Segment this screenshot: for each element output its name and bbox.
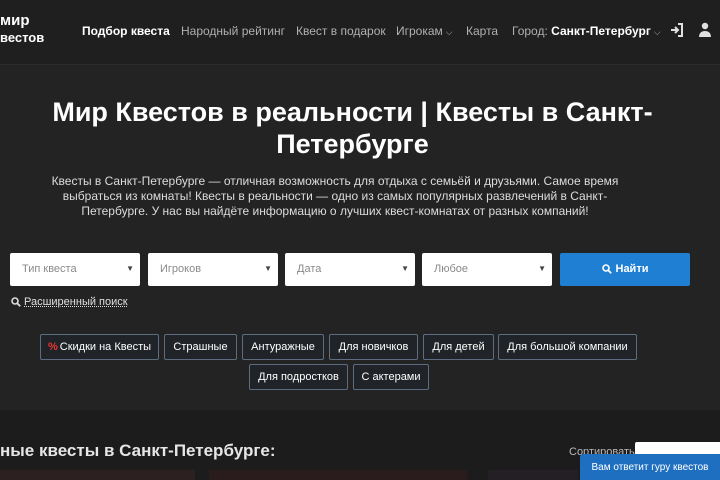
nav-label: Квест в подарок xyxy=(296,24,386,38)
nav-label: Игрокам xyxy=(396,24,443,38)
nav-people-rating[interactable]: Народный рейтинг xyxy=(181,24,285,38)
advanced-search-label: Расширенный поиск xyxy=(24,296,128,308)
logo-line1: мир xyxy=(0,12,30,29)
search-icon xyxy=(601,264,612,274)
tag-label: Страшные xyxy=(173,341,228,353)
top-navbar: мир вестов Подбор квеста Народный рейтин… xyxy=(0,0,720,65)
nav-label: Народный рейтинг xyxy=(181,24,285,38)
caret-down-icon: ▼ xyxy=(126,264,134,273)
tag-teens[interactable]: Для подростков xyxy=(249,364,348,390)
city-label: Город: xyxy=(512,24,548,38)
search-button[interactable]: Найти xyxy=(560,253,690,286)
nav-players[interactable]: Игрокам ⌵ xyxy=(396,24,453,38)
percent-icon: % xyxy=(47,341,58,353)
quest-card[interactable] xyxy=(488,470,578,480)
tag-label: С актерами xyxy=(361,371,421,383)
nav-gift-quest[interactable]: Квест в подарок xyxy=(296,24,386,38)
hero-description: Квесты в Санкт-Петербурге — отличная воз… xyxy=(51,174,619,218)
quest-type-placeholder: Тип квеста xyxy=(22,263,77,275)
quest-card[interactable] xyxy=(0,470,195,480)
tag-kids[interactable]: Для детей xyxy=(423,334,494,360)
date-placeholder: Дата xyxy=(297,263,322,275)
search-icon xyxy=(11,297,21,307)
site-logo[interactable]: мир вестов xyxy=(0,12,60,46)
tag-beginners[interactable]: Для новичков xyxy=(329,334,418,360)
user-icon[interactable] xyxy=(698,22,712,37)
tag-scary[interactable]: Страшные xyxy=(164,334,237,360)
chat-label: Вам ответит гуру квестов xyxy=(591,462,709,473)
logo-line2: вестов xyxy=(0,30,45,45)
time-select[interactable]: Любое ▼ xyxy=(422,253,552,286)
advanced-search-link[interactable]: Расширенный поиск xyxy=(11,296,128,308)
nav-label: Подбор квеста xyxy=(82,24,170,38)
time-placeholder: Любое xyxy=(434,263,469,275)
chevron-down-icon: ⌵ xyxy=(445,27,453,37)
section-title: ные квесты в Санкт-Петербурге: xyxy=(0,441,276,460)
tag-label: Для подростков xyxy=(258,371,339,383)
tag-actors[interactable]: С актерами xyxy=(353,364,429,390)
date-select[interactable]: Дата ▼ xyxy=(285,253,415,286)
caret-down-icon: ▼ xyxy=(401,264,409,273)
page-title-line2: Петербурге xyxy=(276,129,429,159)
quest-card[interactable] xyxy=(209,470,467,480)
nav-label: Карта xyxy=(466,24,499,38)
search-button-label: Найти xyxy=(615,263,649,275)
tag-big-group[interactable]: Для большой компании xyxy=(498,334,637,360)
city-selector[interactable]: Город: Санкт-Петербург ⌵ xyxy=(512,24,661,38)
players-select[interactable]: Игроков ▼ xyxy=(148,253,278,286)
players-placeholder: Игроков xyxy=(160,263,202,275)
tag-label: Для новичков xyxy=(338,341,409,353)
city-value: Санкт-Петербург xyxy=(551,24,651,38)
tag-label: Для детей xyxy=(432,341,485,353)
nav-quest-selection[interactable]: Подбор квеста xyxy=(82,24,170,38)
tag-label: Скидки на Квесты xyxy=(59,341,152,353)
login-icon[interactable] xyxy=(670,23,684,37)
tag-label: Антуражные xyxy=(251,341,315,353)
caret-down-icon: ▼ xyxy=(264,264,272,273)
tag-atmospheric[interactable]: Антуражные xyxy=(242,334,324,360)
nav-map[interactable]: Карта xyxy=(466,24,498,38)
page-title-line1: Мир Квестов в реальности | Квесты в Санк… xyxy=(52,97,653,127)
page-title: Мир Квестов в реальности | Квесты в Санк… xyxy=(0,96,700,160)
tag-label: Для большой компании xyxy=(507,341,628,353)
chevron-down-icon: ⌵ xyxy=(653,27,661,37)
tag-discounts[interactable]: % Скидки на Квесты xyxy=(40,334,159,360)
chat-widget-button[interactable]: Вам ответит гуру квестов xyxy=(580,454,720,480)
caret-down-icon: ▼ xyxy=(538,264,546,273)
quest-type-select[interactable]: Тип квеста ▼ xyxy=(10,253,140,286)
